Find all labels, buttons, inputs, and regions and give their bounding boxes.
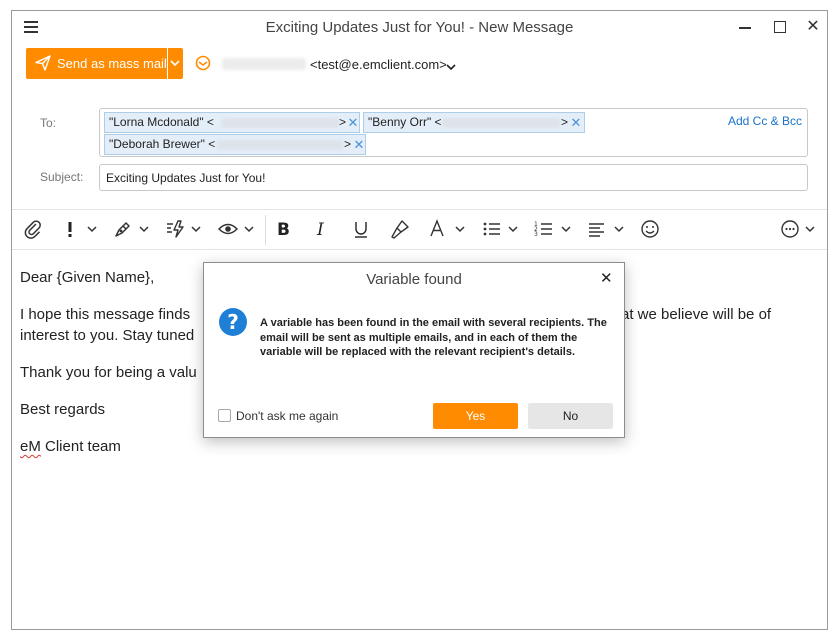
chevron-down-icon[interactable] — [804, 218, 816, 242]
send-icon — [35, 55, 51, 74]
underline-icon[interactable] — [352, 218, 370, 242]
send-as-mass-mail-button[interactable]: Send as mass mail — [26, 48, 167, 79]
recipient-email-redacted — [217, 140, 343, 150]
dont-ask-again-checkbox[interactable] — [218, 409, 231, 422]
svg-text:I: I — [316, 220, 324, 240]
from-address: <test@e.emclient.com> — [310, 57, 447, 72]
body-greeting: Dear {Given Name}, — [20, 269, 155, 286]
divider — [12, 249, 827, 250]
eye-icon[interactable] — [217, 218, 239, 242]
variable-found-dialog: Variable found ✕ ? A variable has been f… — [203, 262, 625, 438]
to-label: To: — [40, 116, 57, 130]
subject-label: Subject: — [40, 170, 84, 184]
more-options-icon[interactable] — [779, 218, 801, 242]
to-field[interactable]: "Lorna Mcdonald" < > ✕ "Benny Orr" < > ✕… — [99, 108, 808, 157]
remove-recipient-icon[interactable]: ✕ — [347, 113, 359, 132]
svg-text:3: 3 — [534, 231, 538, 238]
chevron-down-icon[interactable] — [138, 218, 150, 242]
remove-recipient-icon[interactable]: ✕ — [570, 113, 582, 132]
maximize-button[interactable] — [764, 15, 794, 39]
font-icon[interactable] — [428, 218, 446, 242]
minimize-button[interactable] — [730, 15, 760, 39]
send-button-label: Send as mass mail — [57, 56, 167, 71]
recipient-name: "Deborah Brewer" < — [109, 137, 216, 151]
chevron-down-icon[interactable] — [86, 218, 98, 242]
no-button[interactable]: No — [528, 403, 613, 429]
subject-input[interactable]: Exciting Updates Just for You! — [99, 164, 808, 191]
toolbar-divider — [265, 215, 266, 245]
body-closing: Best regards — [20, 401, 106, 418]
dialog-close-icon[interactable]: ✕ — [600, 269, 613, 287]
format-painter-icon[interactable] — [389, 218, 411, 242]
recipient-email-redacted — [221, 118, 339, 128]
add-cc-bcc-link[interactable]: Add Cc & Bcc — [728, 114, 802, 128]
chevron-down-icon[interactable] — [560, 218, 572, 242]
window-title: Exciting Updates Just for You! - New Mes… — [265, 19, 574, 36]
chevron-down-icon[interactable] — [190, 218, 202, 242]
chevron-down-icon[interactable] — [454, 218, 466, 242]
chevron-down-icon[interactable] — [507, 218, 519, 242]
close-window-button[interactable]: ✕ — [798, 15, 827, 39]
mass-mail-icon — [194, 55, 212, 76]
italic-icon[interactable]: I — [314, 218, 330, 242]
remove-recipient-icon[interactable]: ✕ — [353, 135, 365, 154]
chevron-down-icon[interactable] — [243, 218, 255, 242]
recipient-name: "Lorna Mcdonald" < — [109, 115, 214, 129]
templates-icon[interactable] — [164, 218, 186, 242]
send-options-dropdown[interactable] — [168, 48, 183, 79]
recipient-chip[interactable]: "Benny Orr" < > ✕ — [363, 112, 585, 133]
dialog-title: Variable found — [366, 271, 462, 288]
bullet-list-icon[interactable] — [481, 218, 503, 242]
chevron-down-icon[interactable] — [613, 218, 625, 242]
chevron-down-icon — [170, 60, 180, 67]
emoji-icon[interactable] — [639, 218, 661, 242]
align-icon[interactable] — [587, 218, 607, 242]
priority-icon[interactable] — [64, 218, 76, 242]
svg-text:B: B — [277, 220, 290, 240]
recipient-email-redacted — [442, 118, 560, 128]
yes-button[interactable]: Yes — [433, 403, 518, 429]
divider — [12, 209, 827, 210]
bold-icon[interactable]: B — [275, 218, 293, 242]
info-question-icon: ? — [218, 307, 248, 342]
recipient-chip[interactable]: "Deborah Brewer" < > ✕ — [104, 134, 366, 155]
body-line: Thank you for being a valu — [20, 364, 197, 381]
signature-pen-icon[interactable] — [112, 218, 134, 242]
body-line: at we believe will be of — [621, 306, 772, 323]
title-bar: Exciting Updates Just for You! - New Mes… — [12, 11, 827, 43]
numbered-list-icon[interactable]: 123 — [533, 218, 555, 242]
svg-text:?: ? — [227, 310, 239, 334]
body-line: I hope this message finds — [20, 306, 191, 323]
body-line: interest to you. Stay tuned — [20, 327, 195, 344]
recipient-chip[interactable]: "Lorna Mcdonald" < > ✕ — [104, 112, 360, 133]
attach-icon[interactable] — [22, 218, 44, 242]
chevron-down-icon[interactable] — [445, 58, 457, 76]
dont-ask-again-label[interactable]: Don't ask me again — [236, 409, 338, 423]
body-signature: eM Client team — [20, 438, 121, 455]
dialog-message: A variable has been found in the email w… — [260, 317, 607, 358]
misspelled-word: eM — [20, 438, 41, 455]
recipient-name: "Benny Orr" < — [368, 115, 442, 129]
from-name-redacted — [222, 58, 306, 70]
